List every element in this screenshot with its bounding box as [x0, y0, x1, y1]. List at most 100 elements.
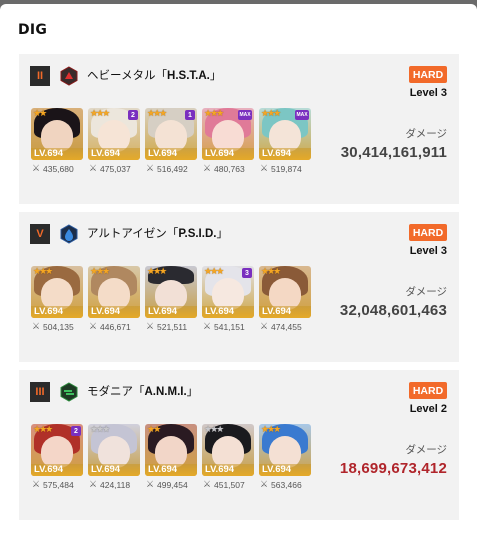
unit-power: ⚔ 575,484: [31, 479, 74, 490]
star-icons: ★★★: [204, 267, 224, 277]
unit-2[interactable]: ★★★ LV.694 ⚔ 424,118: [88, 424, 140, 490]
crossed-swords-icon: ⚔: [31, 163, 41, 173]
star-icons: ★★★: [261, 109, 281, 119]
unit-power: ⚔ 424,118: [88, 479, 131, 490]
crossed-swords-icon: ⚔: [88, 163, 98, 173]
crossed-swords-icon: ⚔: [259, 163, 269, 173]
boss-level: Level 2: [409, 403, 447, 415]
unit-level: LV.694: [88, 464, 140, 476]
crossed-swords-icon: ⚔: [145, 163, 155, 173]
unit-power: ⚔ 475,037: [88, 163, 131, 174]
unit-power: ⚔ 435,680: [31, 163, 74, 174]
damage-value: 18,699,673,412: [339, 460, 447, 477]
crossed-swords-icon: ⚔: [202, 163, 212, 173]
crossed-swords-icon: ⚔: [202, 479, 212, 489]
team-row: ★★★ LV.694 ⚔ 504,135 ★★★ LV.694 ⚔ 446,671 ★★…: [31, 266, 311, 332]
dig-panel: DIG II ヘビーメタル「H.S.T.A.」 HARD Level 3 ダメー…: [0, 4, 477, 538]
unit-3[interactable]: ★★ LV.694 ⚔ 499,454: [145, 424, 197, 490]
unit-level: LV.694: [202, 464, 254, 476]
bond-badge: 3: [242, 268, 252, 278]
unit-power: ⚔ 474,455: [259, 321, 302, 332]
boss-name: アルトアイゼン「P.S.I.D.」: [87, 226, 228, 240]
star-icons: ★★★: [90, 425, 110, 435]
unit-power: ⚔ 480,763: [202, 163, 245, 174]
unit-level: LV.694: [145, 306, 197, 318]
star-icons: ★★★: [261, 425, 281, 435]
unit-level: LV.694: [259, 306, 311, 318]
unit-2[interactable]: ★★★ 2 LV.694 ⚔ 475,037: [88, 108, 140, 174]
boss-card-1[interactable]: II ヘビーメタル「H.S.T.A.」 HARD Level 3 ダメージ 30…: [19, 54, 459, 204]
unit-power: ⚔ 563,466: [259, 479, 302, 490]
unit-3[interactable]: ★★★ LV.694 ⚔ 521,511: [145, 266, 197, 332]
unit-level: LV.694: [88, 148, 140, 160]
star-icons: ★★★: [147, 267, 167, 277]
unit-level: LV.694: [202, 148, 254, 160]
unit-5[interactable]: ★★★ LV.694 ⚔ 563,466: [259, 424, 311, 490]
bond-badge: 2: [71, 426, 81, 436]
rank-badge: V: [30, 224, 50, 244]
star-icons: ★★★: [204, 425, 224, 435]
star-icons: ★★★: [90, 109, 110, 119]
crossed-swords-icon: ⚔: [259, 321, 269, 331]
team-row: ★★★ 2 LV.694 ⚔ 575,484 ★★★ LV.694 ⚔ 424,118 ★…: [31, 424, 311, 490]
unit-level: LV.694: [145, 464, 197, 476]
boss-card-2[interactable]: V アルトアイゼン「P.S.I.D.」 HARD Level 3 ダメージ 32…: [19, 212, 459, 362]
unit-2[interactable]: ★★★ LV.694 ⚔ 446,671: [88, 266, 140, 332]
unit-level: LV.694: [31, 306, 83, 318]
boss-name: モダニア「A.N.M.I.」: [87, 384, 199, 398]
crossed-swords-icon: ⚔: [259, 479, 269, 489]
crossed-swords-icon: ⚔: [31, 321, 41, 331]
difficulty-badge: HARD: [409, 66, 447, 83]
damage-value: 30,414,161,911: [340, 144, 447, 161]
unit-level: LV.694: [145, 148, 197, 160]
unit-4[interactable]: ★★★ LV.694 ⚔ 451,507: [202, 424, 254, 490]
boss-level: Level 3: [409, 87, 447, 99]
star-icons: ★★: [33, 109, 47, 119]
unit-4[interactable]: ★★★ MAX LV.694 ⚔ 480,763: [202, 108, 254, 174]
star-icons: ★★★: [147, 109, 167, 119]
unit-power: ⚔ 499,454: [145, 479, 188, 490]
damage-label: ダメージ: [405, 128, 447, 140]
crossed-swords-icon: ⚔: [202, 321, 212, 331]
star-icons: ★★★: [33, 425, 53, 435]
unit-level: LV.694: [88, 306, 140, 318]
unit-power: ⚔ 521,511: [145, 321, 188, 332]
unit-level: LV.694: [202, 306, 254, 318]
unit-power: ⚔ 504,135: [31, 321, 74, 332]
boss-name: ヘビーメタル「H.S.T.A.」: [87, 68, 222, 82]
boss-element-icon: [59, 66, 79, 86]
unit-power: ⚔ 516,492: [145, 163, 188, 174]
unit-1[interactable]: ★★★ LV.694 ⚔ 504,135: [31, 266, 83, 332]
unit-level: LV.694: [31, 464, 83, 476]
unit-power: ⚔ 541,151: [202, 321, 245, 332]
team-row: ★★ LV.694 ⚔ 435,680 ★★★ 2 LV.694 ⚔ 475,037 ★★…: [31, 108, 311, 174]
boss-card-3[interactable]: III モダニア「A.N.M.I.」 HARD Level 2 ダメージ 18,…: [19, 370, 459, 520]
boss-element-icon: [59, 224, 79, 244]
unit-power: ⚔ 451,507: [202, 479, 245, 490]
unit-5[interactable]: ★★★ MAX LV.694 ⚔ 519,874: [259, 108, 311, 174]
star-icons: ★★★: [204, 109, 224, 119]
unit-1[interactable]: ★★ LV.694 ⚔ 435,680: [31, 108, 83, 174]
bond-badge: MAX: [295, 110, 309, 120]
rank-badge: II: [30, 66, 50, 86]
damage-label: ダメージ: [405, 286, 447, 298]
unit-level: LV.694: [31, 148, 83, 160]
unit-3[interactable]: ★★★ 1 LV.694 ⚔ 516,492: [145, 108, 197, 174]
unit-power: ⚔ 519,874: [259, 163, 302, 174]
panel-title: DIG: [18, 22, 48, 38]
damage-value: 32,048,601,463: [339, 302, 447, 319]
crossed-swords-icon: ⚔: [145, 321, 155, 331]
unit-power: ⚔ 446,671: [88, 321, 131, 332]
boss-element-icon: [59, 382, 79, 402]
rank-badge: III: [30, 382, 50, 402]
difficulty-badge: HARD: [409, 224, 447, 241]
unit-4[interactable]: ★★★ 3 LV.694 ⚔ 541,151: [202, 266, 254, 332]
unit-1[interactable]: ★★★ 2 LV.694 ⚔ 575,484: [31, 424, 83, 490]
star-icons: ★★: [147, 425, 161, 435]
crossed-swords-icon: ⚔: [88, 321, 98, 331]
crossed-swords-icon: ⚔: [145, 479, 155, 489]
star-icons: ★★★: [90, 267, 110, 277]
star-icons: ★★★: [261, 267, 281, 277]
star-icons: ★★★: [33, 267, 53, 277]
unit-5[interactable]: ★★★ LV.694 ⚔ 474,455: [259, 266, 311, 332]
